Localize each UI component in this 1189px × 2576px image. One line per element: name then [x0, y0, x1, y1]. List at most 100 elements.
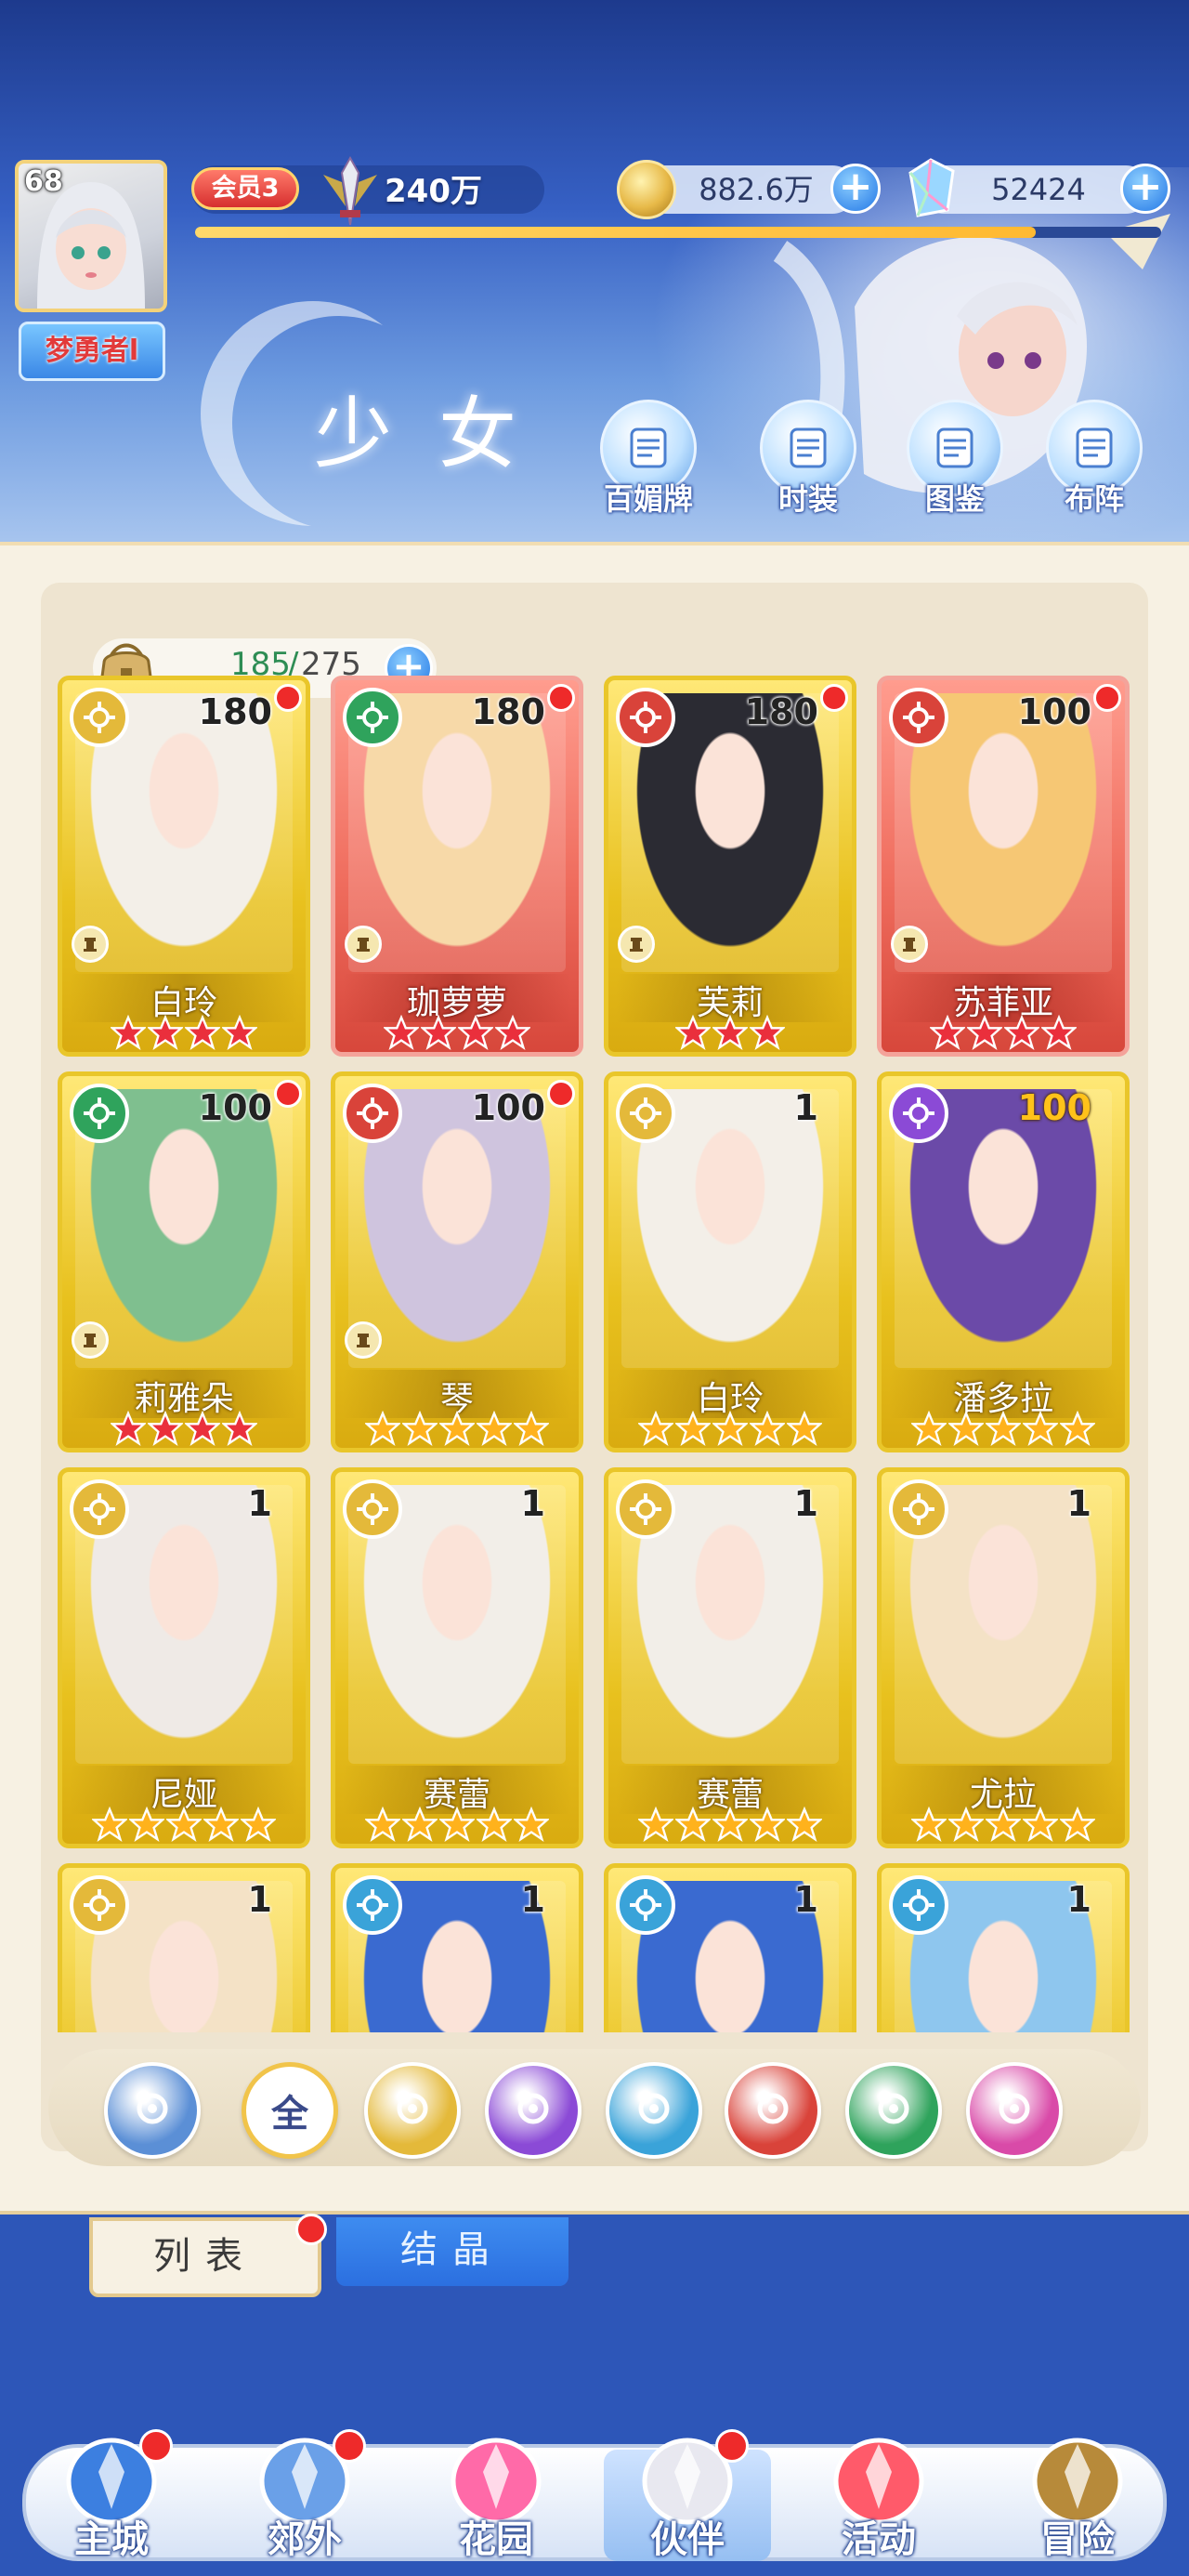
card-level: 1 — [1066, 1879, 1091, 1920]
star-icon — [222, 1015, 257, 1050]
filter-all-button[interactable]: 全 — [242, 2062, 338, 2159]
star-icon — [712, 1807, 748, 1842]
filter-light-button[interactable] — [364, 2062, 461, 2159]
wind-element-icon — [343, 688, 402, 747]
tab-list[interactable]: 列表 — [89, 2214, 327, 2297]
filter-sort-button[interactable] — [104, 2062, 201, 2159]
light-element-icon — [616, 1084, 675, 1143]
nav-label: 活动 — [842, 2518, 916, 2561]
nav-hexagram-gate[interactable]: 郊外 — [212, 2416, 398, 2576]
tab-list-label: 列表 — [153, 2235, 257, 2278]
filter-wind-button[interactable] — [845, 2062, 942, 2159]
filter-charm-button[interactable] — [966, 2062, 1063, 2159]
star-icon — [365, 1807, 400, 1842]
notification-dot — [274, 684, 302, 712]
charm-orb-icon — [989, 2083, 1039, 2137]
partner-card[interactable]: 100 琴 — [331, 1071, 583, 1452]
star-icon — [750, 1015, 785, 1050]
partner-card[interactable]: 1 赛蕾 — [331, 1467, 583, 1848]
gold-coin-icon — [617, 160, 676, 219]
add-gem-button[interactable]: + — [1120, 164, 1170, 214]
card-level: 1 — [793, 1087, 818, 1128]
partner-card[interactable]: 1 尼娅 — [58, 1467, 310, 1848]
star-icon — [1060, 1411, 1095, 1446]
filter-water-button[interactable] — [606, 2062, 702, 2159]
partner-card[interactable]: 1 — [604, 1863, 856, 2032]
nav-label: 伙伴 — [650, 2518, 725, 2561]
partner-card[interactable]: 1 赛蕾 — [604, 1467, 856, 1848]
star-rating — [335, 1807, 579, 1844]
nav-partner-avatar[interactable]: 伙伴 — [594, 2416, 780, 2576]
water-drop-icon — [629, 2083, 679, 2137]
star-icon — [185, 1015, 220, 1050]
star-icon — [166, 1807, 202, 1842]
light-element-icon — [70, 1479, 129, 1539]
nav-gift-box[interactable]: 活动 — [786, 2416, 972, 2576]
light-element-icon — [889, 1479, 948, 1539]
star-icon — [458, 1015, 493, 1050]
sun-icon — [387, 2083, 438, 2137]
star-icon — [675, 1411, 711, 1446]
filter-fire-button[interactable] — [725, 2062, 821, 2159]
page-title: 少女 — [314, 388, 564, 480]
star-icon — [675, 1807, 711, 1842]
partner-card[interactable]: 1 — [877, 1863, 1130, 2032]
nav-castle[interactable]: 主城 — [19, 2416, 204, 2576]
star-rating — [608, 1411, 852, 1448]
partner-card[interactable]: 1 — [331, 1863, 583, 2032]
top-button-outfit[interactable]: 时装 — [743, 400, 873, 520]
partner-card-grid: 180 白玲 180 珈萝萝 180 芙莉 100 苏菲亚 100 莉雅朵 100 琴 1 白玲 100 潘多… — [58, 676, 1135, 2032]
light-element-icon — [343, 1479, 402, 1539]
partner-card[interactable]: 1 — [58, 1863, 310, 2032]
water-element-icon — [343, 1875, 402, 1935]
card-level: 100 — [198, 1087, 272, 1128]
notification-dot — [333, 2429, 366, 2463]
nav-label: 冒险 — [1040, 2518, 1115, 2561]
vip-badge[interactable]: 会员3 — [191, 167, 299, 210]
chess-rook-icon — [345, 926, 382, 963]
card-level: 1 — [1066, 1483, 1091, 1524]
star-icon — [148, 1015, 183, 1050]
star-icon — [111, 1411, 146, 1446]
light-element-icon — [70, 688, 129, 747]
notification-dot — [274, 1080, 302, 1108]
card-level: 1 — [247, 1879, 272, 1920]
tab-crystal-label: 结晶 — [400, 2228, 504, 2271]
player-name[interactable]: 梦勇者l — [19, 322, 165, 381]
notification-dot — [295, 2214, 327, 2245]
top-button-label: 图鉴 — [924, 481, 985, 517]
wind-element-icon — [70, 1084, 129, 1143]
power-value: 240万 — [385, 173, 482, 210]
gem-icon — [908, 158, 955, 217]
light-element-icon — [616, 1479, 675, 1539]
player-avatar[interactable]: 68 — [15, 160, 167, 312]
nav-compass[interactable]: 冒险 — [985, 2416, 1170, 2576]
star-icon — [787, 1807, 822, 1842]
filter-dark-button[interactable] — [485, 2062, 581, 2159]
partner-card[interactable]: 100 潘多拉 — [877, 1071, 1130, 1452]
star-icon — [477, 1411, 512, 1446]
partner-card[interactable]: 1 白玲 — [604, 1071, 856, 1452]
top-button-formation-grid[interactable]: 布阵 — [1029, 400, 1159, 520]
partner-card[interactable]: 180 芙莉 — [604, 676, 856, 1057]
card-level: 100 — [471, 1087, 545, 1128]
add-gold-button[interactable]: + — [830, 164, 881, 214]
partner-card[interactable]: 100 苏菲亚 — [877, 676, 1130, 1057]
notification-dot — [1093, 684, 1121, 712]
nav-heart-garden[interactable]: 花园 — [403, 2416, 589, 2576]
partner-card[interactable]: 180 珈萝萝 — [331, 676, 583, 1057]
star-icon — [514, 1807, 549, 1842]
top-button-codex-book[interactable]: 图鉴 — [890, 400, 1020, 520]
star-icon — [986, 1807, 1021, 1842]
partner-card[interactable]: 1 尤拉 — [877, 1467, 1130, 1848]
notification-dot — [715, 2429, 749, 2463]
tab-crystal[interactable]: 结晶 — [336, 2217, 568, 2286]
top-button-card-deck[interactable]: 百媚牌 — [583, 400, 713, 520]
card-level: 1 — [247, 1483, 272, 1524]
star-rating — [62, 1411, 306, 1448]
partner-card[interactable]: 180 白玲 — [58, 676, 310, 1057]
star-icon — [712, 1411, 748, 1446]
partner-card[interactable]: 100 莉雅朵 — [58, 1071, 310, 1452]
star-icon — [365, 1411, 400, 1446]
star-icon — [675, 1015, 711, 1050]
